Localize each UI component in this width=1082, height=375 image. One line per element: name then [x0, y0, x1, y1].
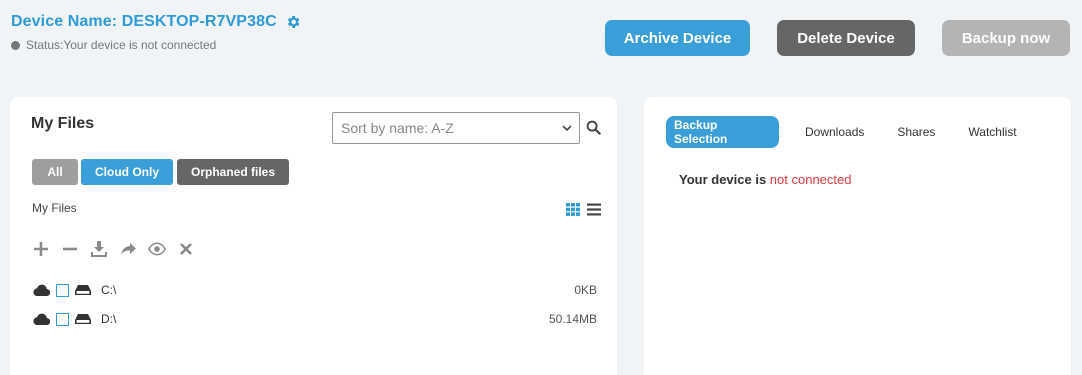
cloud-icon: [33, 284, 50, 297]
delete-device-button[interactable]: Delete Device: [777, 20, 915, 56]
file-checkbox[interactable]: [56, 312, 69, 326]
download-icon[interactable]: [90, 240, 108, 258]
view-icon[interactable]: [148, 240, 166, 258]
backup-tabs: Backup Selection Downloads Shares Watchl…: [666, 116, 1030, 148]
file-row[interactable]: C:\ 0KB: [32, 280, 597, 300]
close-icon[interactable]: [177, 240, 195, 258]
tab-shares[interactable]: Shares: [884, 116, 948, 148]
tab-backup-selection[interactable]: Backup Selection: [666, 116, 779, 148]
grid-view-icon[interactable]: [566, 203, 580, 216]
file-checkbox[interactable]: [56, 283, 69, 297]
connection-message-prefix: Your device is: [679, 172, 770, 187]
device-title: Device Name: DESKTOP-R7VP38C: [11, 13, 301, 31]
file-size: 50.14MB: [548, 312, 597, 326]
archive-device-button[interactable]: Archive Device: [605, 20, 750, 56]
connection-message: Your device is not connected: [679, 172, 851, 187]
gear-icon[interactable]: [285, 14, 301, 30]
filter-cloud-only-button[interactable]: Cloud Only: [81, 159, 173, 185]
connection-status: Status:Your device is not connected: [11, 38, 216, 52]
status-text: Status:Your device is not connected: [26, 38, 217, 52]
backup-now-button[interactable]: Backup now: [942, 20, 1070, 56]
my-files-title: My Files: [31, 115, 95, 132]
sort-select[interactable]: Sort by name: A-Z: [332, 112, 580, 144]
sort-select-value: Sort by name: A-Z: [341, 120, 454, 136]
file-row[interactable]: D:\ 50.14MB: [32, 309, 597, 329]
share-icon[interactable]: [119, 240, 137, 258]
file-size: 0KB: [574, 283, 597, 297]
file-toolbar: [32, 240, 195, 258]
tab-downloads[interactable]: Downloads: [792, 116, 877, 148]
search-icon[interactable]: [586, 120, 601, 135]
breadcrumb[interactable]: My Files: [32, 201, 77, 215]
status-dot-icon: [11, 40, 20, 50]
connection-message-status: not connected: [769, 172, 852, 187]
backup-panel: Backup Selection Downloads Shares Watchl…: [644, 97, 1071, 375]
drive-icon: [75, 314, 91, 324]
remove-icon[interactable]: [61, 240, 79, 258]
my-files-panel: My Files Sort by name: A-Z All Cloud Onl…: [10, 97, 617, 375]
drive-icon: [75, 285, 91, 295]
file-name[interactable]: C:\: [101, 283, 574, 297]
filter-all-button[interactable]: All: [32, 159, 78, 185]
chevron-down-icon: [562, 125, 572, 132]
cloud-icon: [33, 313, 50, 326]
add-icon[interactable]: [32, 240, 50, 258]
filter-orphaned-files-button[interactable]: Orphaned files: [177, 159, 289, 185]
tab-watchlist[interactable]: Watchlist: [955, 116, 1029, 148]
device-name: Device Name: DESKTOP-R7VP38C: [11, 13, 277, 30]
file-name[interactable]: D:\: [101, 312, 549, 326]
list-view-icon[interactable]: [587, 203, 601, 216]
